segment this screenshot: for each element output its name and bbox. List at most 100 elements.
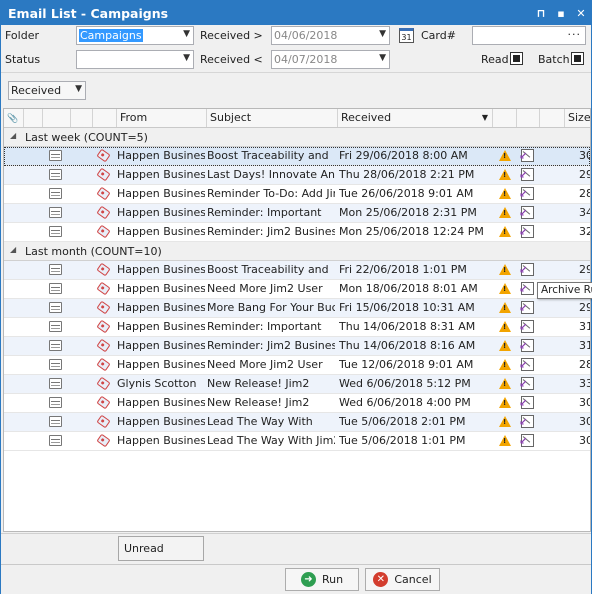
email-row[interactable]: Happen Business Reminder: Jim2 Business Th… bbox=[4, 337, 590, 356]
email-row[interactable]: Happen Business More Bang For Your Buck Fr… bbox=[4, 299, 590, 318]
column-header-read-status[interactable] bbox=[43, 109, 71, 127]
size-cell: 30 bbox=[579, 149, 590, 162]
column-header-blank[interactable] bbox=[24, 109, 43, 127]
column-header-received[interactable]: Received ▼ bbox=[338, 109, 493, 127]
status-select[interactable]: ▼ bbox=[76, 50, 194, 69]
chevron-down-icon: ▼ bbox=[379, 29, 386, 39]
group-by-bar: Received ▼ bbox=[1, 73, 591, 107]
email-row[interactable]: Glynis Scotton New Release! Jim2 Wed 6/06/… bbox=[4, 375, 590, 394]
archive-rule-icon[interactable] bbox=[519, 396, 534, 409]
warning-icon bbox=[499, 302, 511, 313]
warning-icon bbox=[499, 359, 511, 370]
column-header-extra[interactable] bbox=[540, 109, 565, 127]
batch-label: Batch bbox=[538, 53, 570, 66]
archive-rule-icon[interactable] bbox=[519, 377, 534, 390]
from-cell: Happen Business bbox=[117, 282, 205, 295]
column-header-from[interactable]: From bbox=[117, 109, 207, 127]
group-by-select[interactable]: Received ▼ bbox=[8, 81, 86, 100]
archive-rule-icon[interactable] bbox=[519, 206, 534, 219]
column-header-size[interactable]: Size bbox=[565, 109, 590, 127]
received-before-date[interactable]: 04/07/2018 ▼ bbox=[271, 50, 390, 69]
warning-icon bbox=[499, 340, 511, 351]
envelope-read-icon bbox=[49, 150, 62, 161]
email-row[interactable]: Happen Business Reminder: Jim2 Business Mo… bbox=[4, 223, 590, 242]
archive-rule-icon[interactable] bbox=[519, 301, 534, 314]
email-row[interactable]: Happen Business Last Days! Innovate And Th… bbox=[4, 166, 590, 185]
folder-select[interactable]: Campaigns ▼ bbox=[76, 26, 194, 45]
from-cell: Happen Business bbox=[117, 206, 205, 219]
email-row[interactable]: Happen Business Lead The Way With Tue 5/06… bbox=[4, 413, 590, 432]
collapse-triangle-icon[interactable]: ◢ bbox=[10, 131, 16, 140]
received-cell: Wed 6/06/2018 4:00 PM bbox=[339, 396, 471, 409]
email-row[interactable]: Happen Business New Release! Jim2 Wed 6/06… bbox=[4, 394, 590, 413]
envelope-read-icon bbox=[49, 264, 62, 275]
archive-rule-icon[interactable] bbox=[519, 415, 534, 428]
subject-cell: Boost Traceability and bbox=[207, 263, 329, 276]
folder-label: Folder bbox=[5, 29, 39, 42]
archive-rule-icon[interactable] bbox=[519, 187, 534, 200]
unread-filter[interactable]: Unread bbox=[118, 536, 204, 561]
tag-icon bbox=[96, 395, 111, 410]
email-row[interactable]: Happen Business Need More Jim2 User Tue 12… bbox=[4, 356, 590, 375]
envelope-read-icon bbox=[49, 169, 62, 180]
received-after-date[interactable]: 04/06/2018 ▼ bbox=[271, 26, 390, 45]
from-cell: Happen Business bbox=[117, 168, 205, 181]
email-row[interactable]: Happen Business Boost Traceability and Fri… bbox=[4, 261, 590, 280]
chevron-down-icon: ▼ bbox=[183, 29, 190, 39]
card-input[interactable]: ··· bbox=[472, 26, 586, 45]
email-row[interactable]: Happen Business Boost Traceability and Fri… bbox=[4, 147, 590, 166]
column-header-warning[interactable] bbox=[493, 109, 517, 127]
batch-checkbox[interactable] bbox=[571, 52, 584, 65]
group-header-row[interactable]: ◢ Last week (COUNT=5) bbox=[4, 128, 590, 147]
column-header-archive[interactable] bbox=[517, 109, 540, 127]
cancel-button[interactable]: ✕ Cancel bbox=[365, 568, 440, 591]
from-cell: Happen Business bbox=[117, 358, 205, 371]
email-row[interactable]: Happen Business Need More Jim2 User Mon 18… bbox=[4, 280, 590, 299]
archive-rule-icon[interactable] bbox=[519, 263, 534, 276]
size-cell: 28 bbox=[579, 358, 590, 371]
archive-rule-icon[interactable] bbox=[519, 434, 534, 447]
attachment-column-header[interactable]: 📎 bbox=[4, 109, 24, 127]
received-cell: Tue 26/06/2018 9:01 AM bbox=[339, 187, 474, 200]
subject-cell: Reminder: Jim2 Business bbox=[207, 225, 335, 238]
status-bar: Unread bbox=[1, 533, 591, 563]
archive-rule-icon[interactable] bbox=[519, 225, 534, 238]
read-checkbox[interactable] bbox=[510, 52, 523, 65]
column-header-subject[interactable]: Subject bbox=[207, 109, 338, 127]
received-cell: Tue 5/06/2018 2:01 PM bbox=[339, 415, 466, 428]
ellipsis-button[interactable]: ··· bbox=[568, 28, 582, 41]
calendar-icon[interactable]: 31 bbox=[399, 28, 414, 43]
arrow-right-icon: ➜ bbox=[300, 572, 316, 587]
column-header-flag[interactable] bbox=[93, 109, 117, 127]
email-row[interactable]: Happen Business Reminder: Important Thu 14… bbox=[4, 318, 590, 337]
chevron-down-icon: ▼ bbox=[379, 53, 386, 63]
email-row[interactable]: Happen Business Lead The Way With Jim2 Tue… bbox=[4, 432, 590, 451]
collapse-triangle-icon[interactable]: ◢ bbox=[10, 245, 16, 254]
grid-body: ◢ Last week (COUNT=5) Happen Business Boost… bbox=[4, 128, 590, 451]
archive-rule-icon[interactable] bbox=[519, 282, 534, 295]
email-row[interactable]: Happen BusinessReminder To-Do: Add Jim2 T… bbox=[4, 185, 590, 204]
run-button[interactable]: ➜ Run bbox=[285, 568, 359, 591]
column-header-tag[interactable] bbox=[71, 109, 93, 127]
pin-icon[interactable]: ⊓ bbox=[531, 7, 551, 20]
envelope-read-icon bbox=[49, 397, 62, 408]
size-cell: 29 bbox=[579, 168, 590, 181]
footer: ➜ Run ✕ Cancel bbox=[1, 564, 591, 594]
close-icon[interactable]: ✕ bbox=[571, 7, 591, 20]
tag-icon bbox=[96, 281, 111, 296]
archive-rule-icon[interactable] bbox=[519, 320, 534, 333]
warning-icon bbox=[499, 264, 511, 275]
archive-rule-icon[interactable] bbox=[519, 358, 534, 371]
received-before-label: Received < bbox=[200, 53, 263, 66]
archive-rule-icon[interactable] bbox=[519, 149, 534, 162]
envelope-read-icon bbox=[49, 283, 62, 294]
subject-cell: New Release! Jim2 bbox=[207, 396, 310, 409]
warning-icon bbox=[499, 188, 511, 199]
group-header-row[interactable]: ◢ Last month (COUNT=10) bbox=[4, 242, 590, 261]
sort-descending-icon: ▼ bbox=[481, 113, 488, 122]
maximize-icon[interactable]: ▪ bbox=[551, 7, 571, 20]
archive-rule-icon[interactable] bbox=[519, 168, 534, 181]
subject-cell: New Release! Jim2 bbox=[207, 377, 310, 390]
archive-rule-icon[interactable] bbox=[519, 339, 534, 352]
email-row[interactable]: Happen Business Reminder: Important Mon 25… bbox=[4, 204, 590, 223]
